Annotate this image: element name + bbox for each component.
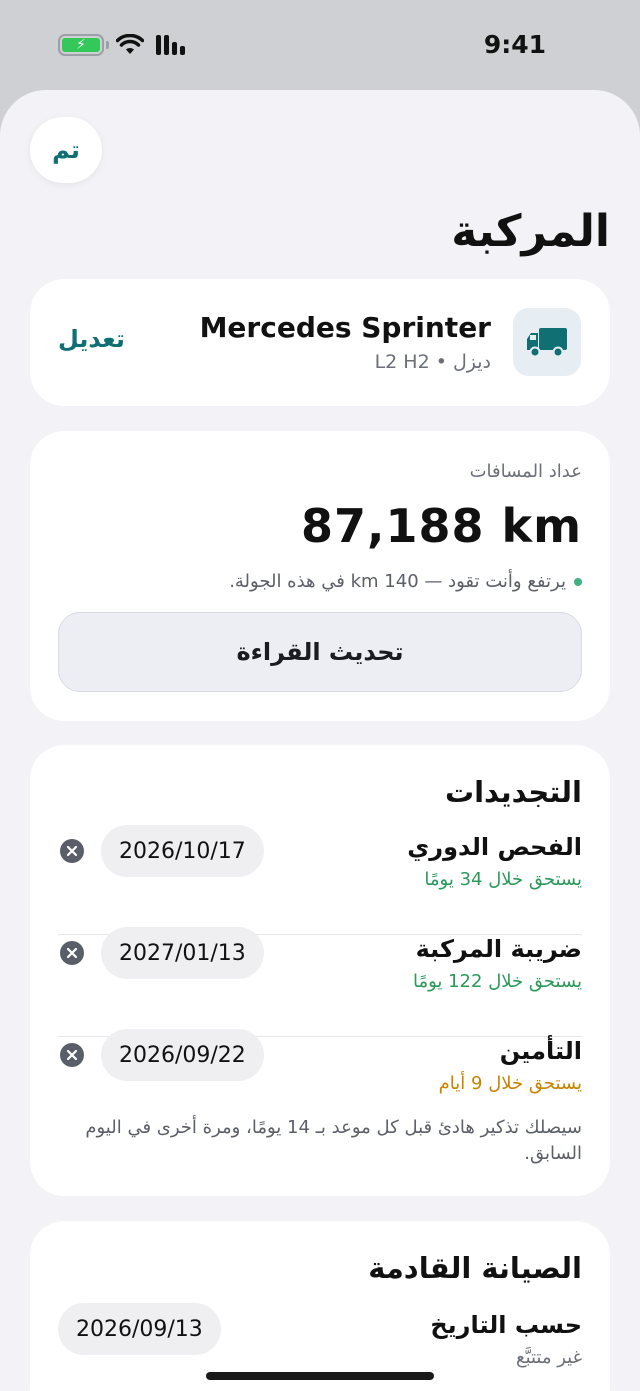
vehicle-subtitle: ديزل • L2 H2 bbox=[374, 351, 491, 373]
maintenance-card: الصيانة القادمة حسب التاريخ غير متتبَّع … bbox=[30, 1221, 610, 1391]
renewal-date-picker[interactable]: 2026/10/17 bbox=[101, 825, 264, 877]
odometer-note-text: يرتفع وأنت تقود — 140 km في هذه الجولة. bbox=[229, 571, 566, 592]
renewal-title: التأمين bbox=[499, 1037, 582, 1065]
clear-date-icon[interactable] bbox=[60, 1043, 84, 1067]
maintenance-title: الصيانة القادمة bbox=[368, 1251, 582, 1285]
odometer-note: يرتفع وأنت تقود — 140 km في هذه الجولة. bbox=[229, 571, 582, 592]
reminder-note: سيصلك تذكير هادئ قبل كل موعد بـ 14 يومًا… bbox=[85, 1117, 582, 1164]
renewal-due: يستحق خلال 34 يومًا bbox=[424, 869, 582, 890]
cellular-signal-icon bbox=[156, 35, 185, 55]
renewals-title: التجديدات bbox=[444, 775, 582, 809]
vehicle-card: Mercedes Sprinter ديزل • L2 H2 تعديل bbox=[30, 279, 610, 406]
renewal-title: الفحص الدوري bbox=[407, 833, 582, 861]
renewal-row[interactable]: ضريبة المركبة يستحق خلال 122 يومًا 2027/… bbox=[58, 927, 582, 1037]
truck-icon bbox=[513, 308, 581, 376]
odometer-card: عداد المسافات 87,188 km يرتفع وأنت تقود … bbox=[30, 431, 610, 721]
renewal-due: يستحق خلال 122 يومًا bbox=[412, 971, 582, 992]
wifi-icon bbox=[116, 34, 144, 54]
clear-date-icon[interactable] bbox=[60, 941, 84, 965]
battery-icon: ⚡ bbox=[58, 34, 109, 56]
home-indicator bbox=[206, 1372, 434, 1380]
vehicle-name: Mercedes Sprinter bbox=[199, 311, 491, 344]
renewal-date-picker[interactable]: 2027/01/13 bbox=[101, 927, 264, 979]
renewals-card: التجديدات الفحص الدوري يستحق خلال 34 يوم… bbox=[30, 745, 610, 1196]
status-bar: ⚡ 9:41 bbox=[0, 0, 640, 90]
renewal-row[interactable]: الفحص الدوري يستحق خلال 34 يومًا 2026/10… bbox=[58, 825, 582, 935]
odometer-label: عداد المسافات bbox=[469, 461, 582, 482]
odometer-value: 87,188 km bbox=[300, 499, 582, 553]
update-reading-button[interactable]: تحديث القراءة bbox=[58, 612, 582, 692]
maintenance-item-title: حسب التاريخ bbox=[430, 1311, 582, 1339]
done-button[interactable]: تم bbox=[30, 117, 102, 183]
live-status-dot bbox=[574, 577, 582, 586]
renewal-date-picker[interactable]: 2026/09/22 bbox=[101, 1029, 264, 1081]
status-time: 9:41 bbox=[483, 30, 546, 59]
edit-vehicle-button[interactable]: تعديل bbox=[58, 325, 125, 353]
clear-date-icon[interactable] bbox=[60, 839, 84, 863]
page-title: المركبة bbox=[451, 206, 610, 257]
maintenance-item-status: غير متتبَّع bbox=[515, 1347, 582, 1368]
status-icons: ⚡ bbox=[58, 34, 185, 56]
renewal-due: يستحق خلال 9 أيام bbox=[438, 1073, 582, 1094]
maintenance-date-picker[interactable]: 2026/09/13 bbox=[58, 1303, 221, 1355]
renewal-title: ضريبة المركبة bbox=[415, 935, 582, 963]
vehicle-sheet: تم المركبة Mercedes Sprinter ديزل • L2 H… bbox=[0, 90, 640, 1391]
